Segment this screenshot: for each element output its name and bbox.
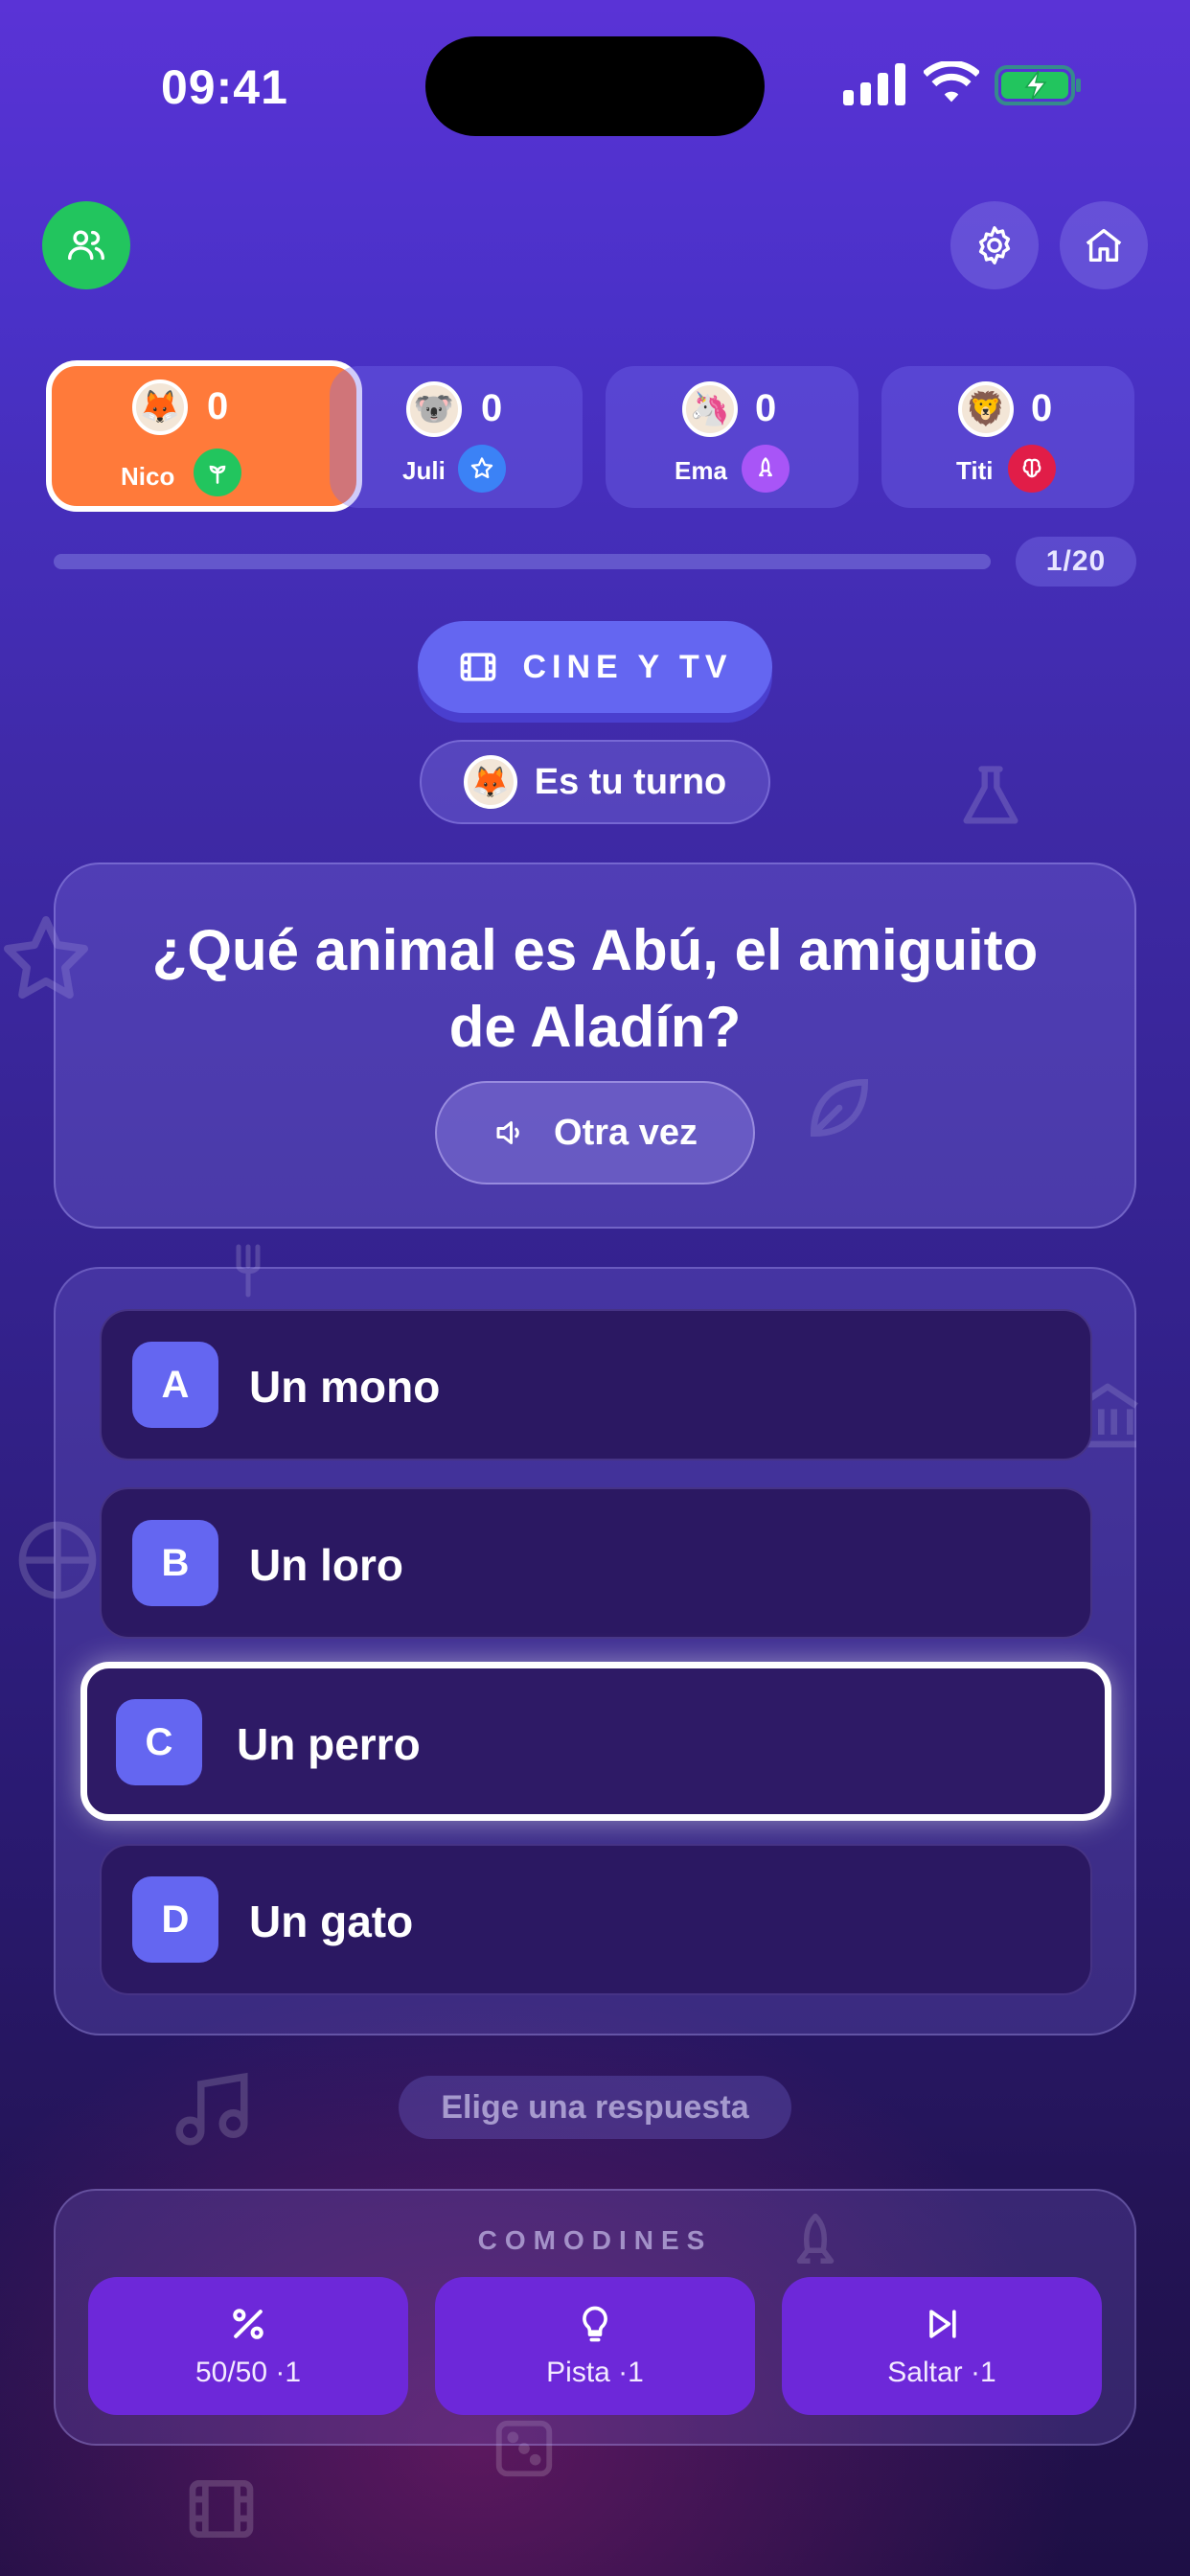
percent-icon: [233, 2309, 263, 2339]
music-deco-icon: [169, 2066, 255, 2152]
lifeline-label: Saltar ·1: [887, 2357, 996, 2388]
player-badge: [458, 445, 506, 493]
question-text: ¿Qué animal es Abú, el amiguito de Aladí…: [151, 918, 1039, 1059]
replay-audio-button[interactable]: Otra vez: [435, 1081, 755, 1184]
answer-option-a[interactable]: A Un mono: [100, 1309, 1092, 1460]
answer-text: Un loro: [249, 1540, 403, 1590]
settings-button[interactable]: [950, 201, 1039, 289]
answer-text: Un mono: [249, 1362, 441, 1412]
player-badge: [1008, 445, 1056, 493]
answer-option-d[interactable]: D Un gato: [100, 1844, 1092, 1995]
question-card: ¿Qué animal es Abú, el amiguito de Aladí…: [54, 862, 1136, 1229]
lifeline-label: Pista ·1: [546, 2357, 644, 2388]
player-avatar: 🦁: [958, 381, 1014, 437]
question-progress-bar: [54, 554, 991, 569]
player-score: 0: [207, 385, 229, 427]
lifelines-title: COMODINES: [477, 2225, 713, 2255]
lifeline-hint-button[interactable]: Pista ·1: [435, 2277, 755, 2415]
player-badge: [742, 445, 790, 493]
dynamic-island: [425, 36, 765, 136]
player-name: Ema: [675, 456, 727, 485]
film-deco-icon: [178, 2471, 264, 2547]
player-score: 0: [1031, 387, 1053, 429]
turn-label: Es tu turno: [534, 761, 727, 802]
home-button[interactable]: [1060, 201, 1148, 289]
star-icon: [470, 457, 493, 479]
player-badge: [194, 448, 241, 496]
answer-option-c[interactable]: C Un perro: [80, 1662, 1111, 1821]
home-icon: [1086, 228, 1122, 263]
brain-icon: [1022, 458, 1041, 478]
speaker-icon: [496, 1121, 519, 1144]
lifeline-fifty-fifty-button[interactable]: 50/50 ·1: [88, 2277, 408, 2415]
users-icon: [68, 230, 104, 261]
player-avatar: 🦄: [682, 381, 738, 437]
lifeline-skip-button[interactable]: Saltar ·1: [782, 2277, 1102, 2415]
player-avatar: 🦊: [132, 380, 188, 435]
player-card-nico: 🦊 0 Nico: [46, 360, 362, 512]
signal-icon: [843, 63, 906, 105]
lifelines-card: COMODINES 50/50 ·1 Pista ·1 Saltar ·1: [54, 2189, 1136, 2446]
player-name: Titi: [956, 456, 994, 485]
wifi-icon: [922, 59, 981, 105]
rocket-icon: [759, 457, 772, 477]
turn-indicator: 🦊 Es tu turno: [420, 740, 770, 824]
answer-text: Un gato: [249, 1897, 414, 1946]
players-button[interactable]: [42, 201, 130, 289]
player-name: Nico: [121, 462, 175, 491]
category-label: CINE Y TV: [522, 648, 733, 685]
status-time: 09:41: [161, 60, 288, 114]
answer-letter: D: [132, 1876, 218, 1963]
player-card-juli: 🐨 0 Juli: [330, 366, 583, 508]
battery-charging-icon: [995, 65, 1083, 105]
answer-letter: B: [132, 1520, 218, 1606]
question-counter: 1/20: [1016, 537, 1136, 586]
sprout-icon: [209, 465, 226, 484]
lifeline-label: 50/50 ·1: [195, 2357, 302, 2388]
skip-icon: [929, 2310, 956, 2338]
film-icon: [461, 653, 496, 681]
player-name: Juli: [402, 456, 446, 485]
answer-option-b[interactable]: B Un loro: [100, 1487, 1092, 1639]
gear-icon: [978, 226, 1011, 264]
player-score: 0: [755, 387, 777, 429]
replay-label: Otra vez: [554, 1112, 698, 1153]
category-pill: CINE Y TV: [418, 621, 772, 713]
turn-avatar: 🦊: [463, 755, 517, 809]
player-card-ema: 🦄 0 Ema: [606, 366, 858, 508]
player-score: 0: [481, 387, 503, 429]
flask-deco-icon: [954, 753, 1027, 840]
answer-letter: C: [116, 1699, 202, 1785]
player-card-titi: 🦁 0 Titi: [881, 366, 1134, 508]
lightbulb-icon: [583, 2306, 607, 2342]
instruction-hint: Elige una respuesta: [399, 2076, 791, 2139]
player-avatar: 🐨: [406, 381, 462, 437]
answer-text: Un perro: [237, 1719, 421, 1769]
answer-letter: A: [132, 1342, 218, 1428]
